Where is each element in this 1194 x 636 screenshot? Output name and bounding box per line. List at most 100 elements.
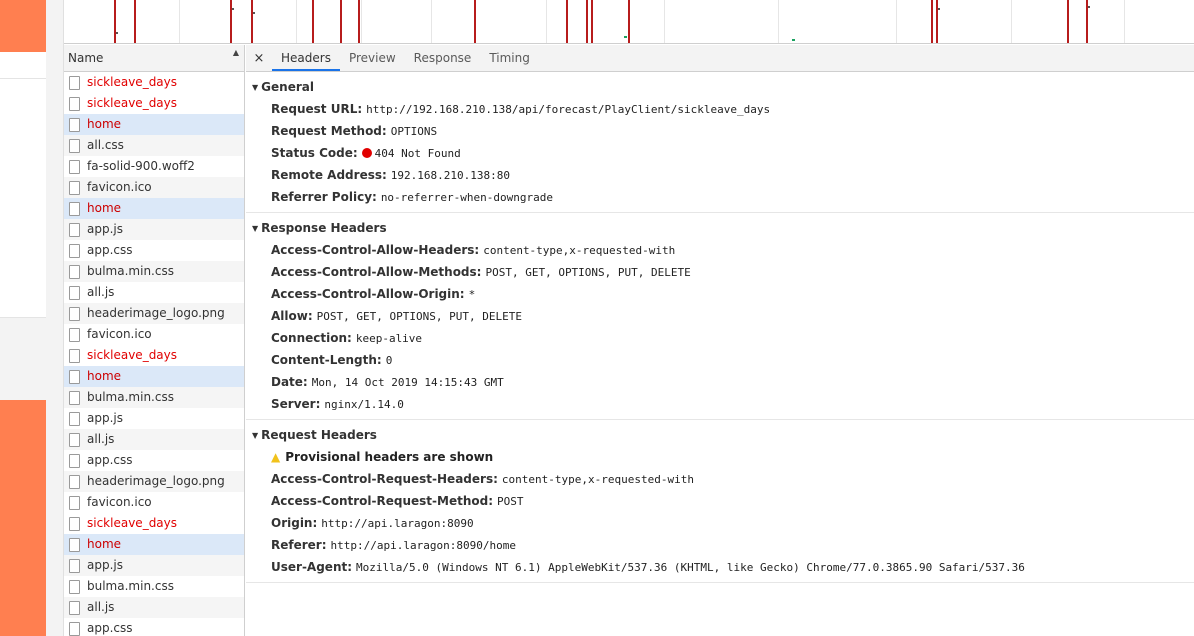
timeline-gridline	[778, 0, 779, 43]
file-icon	[69, 579, 80, 594]
request-name: headerimage_logo.png	[87, 306, 225, 320]
request-row[interactable]: app.css	[64, 450, 244, 471]
file-icon	[69, 453, 80, 468]
timeline-request-bar	[251, 0, 253, 43]
header-name: Date:	[271, 375, 308, 389]
timeline-gridline	[1011, 0, 1012, 43]
header-value: content-type,x-requested-with	[501, 473, 694, 486]
tab-preview[interactable]: Preview	[340, 45, 405, 71]
timeline-request-bar	[1067, 0, 1069, 43]
header-value: Mozilla/5.0 (Windows NT 6.1) AppleWebKit…	[356, 561, 1025, 574]
request-row[interactable]: headerimage_logo.png	[64, 471, 244, 492]
request-row[interactable]: sickleave_days	[64, 93, 244, 114]
request-name: home	[87, 117, 122, 131]
request-row[interactable]: fa-solid-900.woff2	[64, 156, 244, 177]
header-value: keep-alive	[355, 332, 423, 345]
request-row[interactable]: sickleave_days	[64, 345, 244, 366]
timeline-gridline	[896, 0, 897, 43]
header-name: Allow:	[271, 309, 313, 323]
request-row[interactable]: all.js	[64, 282, 244, 303]
timeline-marker	[938, 8, 940, 10]
request-row[interactable]: app.js	[64, 408, 244, 429]
tab-headers[interactable]: Headers	[272, 45, 340, 71]
general-section-header[interactable]: ▼ General	[246, 76, 1194, 98]
request-name: sickleave_days	[87, 516, 178, 530]
header-row: Origin: http://api.laragon:8090	[246, 512, 1194, 534]
request-row[interactable]: app.js	[64, 219, 244, 240]
file-icon	[69, 432, 80, 447]
header-row: Content-Length: 0	[246, 349, 1194, 371]
timeline-request-bar	[114, 0, 116, 43]
header-row: User-Agent: Mozilla/5.0 (Windows NT 6.1) …	[246, 556, 1194, 578]
request-name: app.css	[87, 621, 133, 635]
page-divider	[0, 78, 46, 79]
request-headers-section-header[interactable]: ▼ Request Headers	[246, 424, 1194, 446]
timeline-request-bar	[474, 0, 476, 43]
request-row[interactable]: favicon.ico	[64, 492, 244, 513]
timeline-request-bar	[591, 0, 593, 43]
request-row[interactable]: headerimage_logo.png	[64, 303, 244, 324]
tab-timing[interactable]: Timing	[480, 45, 539, 71]
header-value: *	[468, 288, 476, 301]
request-name: app.js	[87, 222, 123, 236]
request-row[interactable]: sickleave_days	[64, 72, 244, 93]
timeline-request-bar	[586, 0, 588, 43]
request-headers-section: ▼ Request Headers ▲ Provisional headers ar…	[246, 424, 1194, 583]
timeline-gridline	[296, 0, 297, 43]
timeline-gridline	[179, 0, 180, 43]
timeline-marker	[253, 12, 255, 14]
header-row: Referrer Policy: no-referrer-when-downgra…	[246, 186, 1194, 208]
request-row[interactable]: bulma.min.css	[64, 261, 244, 282]
file-icon	[69, 600, 80, 615]
request-row[interactable]: all.css	[64, 135, 244, 156]
general-section-title: General	[261, 80, 314, 94]
header-name: Remote Address:	[271, 168, 387, 182]
header-value: Mon, 14 Oct 2019 14:15:43 GMT	[311, 376, 504, 389]
request-row[interactable]: favicon.ico	[64, 324, 244, 345]
request-row[interactable]: home	[64, 114, 244, 135]
request-row[interactable]: sickleave_days	[64, 513, 244, 534]
request-row[interactable]: bulma.min.css	[64, 387, 244, 408]
tab-response[interactable]: Response	[405, 45, 481, 71]
request-row[interactable]: all.js	[64, 597, 244, 618]
file-icon	[69, 138, 80, 153]
file-icon	[69, 621, 80, 636]
request-row[interactable]: app.js	[64, 555, 244, 576]
request-row[interactable]: home	[64, 198, 244, 219]
header-name: Request URL:	[271, 102, 363, 116]
header-row: Access-Control-Allow-Origin: *	[246, 283, 1194, 305]
collapse-triangle-icon: ▼	[252, 83, 259, 92]
request-row[interactable]: favicon.ico	[64, 177, 244, 198]
name-column-header[interactable]: Name	[64, 45, 244, 72]
request-row[interactable]: home	[64, 366, 244, 387]
header-row: Allow: POST, GET, OPTIONS, PUT, DELETE	[246, 305, 1194, 327]
request-row[interactable]: all.js	[64, 429, 244, 450]
request-row[interactable]: home	[64, 534, 244, 555]
timeline-request-bar	[230, 0, 232, 43]
detail-tabs: × Headers Preview Response Timing	[246, 45, 1194, 72]
header-value: OPTIONS	[390, 125, 438, 138]
timeline-gridline	[361, 0, 362, 43]
file-icon	[69, 327, 80, 342]
sort-arrow-icon[interactable]: ▲	[233, 48, 239, 57]
request-name: sickleave_days	[87, 348, 178, 362]
status-dot-icon	[361, 148, 372, 158]
network-overview-timeline[interactable]	[64, 0, 1194, 44]
header-name: Access-Control-Request-Headers:	[271, 472, 498, 486]
request-list: sickleave_days sickleave_days home all.css f…	[64, 72, 244, 636]
response-headers-list: Access-Control-Allow-Headers: content-typ…	[246, 239, 1194, 415]
request-row[interactable]: bulma.min.css	[64, 576, 244, 597]
request-row[interactable]: app.css	[64, 618, 244, 636]
file-icon	[69, 537, 80, 552]
response-headers-section-header[interactable]: ▼ Response Headers	[246, 217, 1194, 239]
file-icon	[69, 306, 80, 321]
header-row: Date: Mon, 14 Oct 2019 14:15:43 GMT	[246, 371, 1194, 393]
request-row[interactable]: app.css	[64, 240, 244, 261]
file-icon	[69, 390, 80, 405]
header-value: 404 Not Found	[374, 147, 461, 160]
file-icon	[69, 180, 80, 195]
file-icon	[69, 474, 80, 489]
close-icon[interactable]: ×	[246, 45, 272, 71]
general-section: ▼ General Request URL: http://192.168.210.…	[246, 76, 1194, 213]
response-headers-title: Response Headers	[261, 221, 387, 235]
